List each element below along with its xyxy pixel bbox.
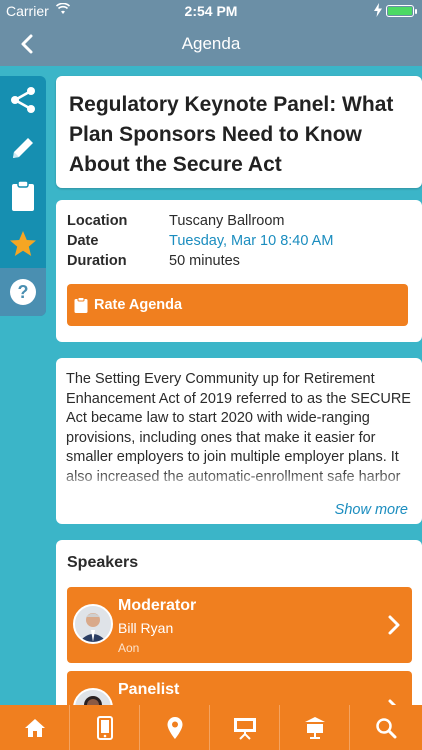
tab-sessions[interactable] [210, 705, 280, 750]
share-icon [11, 87, 35, 113]
status-bar: Carrier 2:54 PM [0, 0, 422, 22]
speaker-avatar [73, 604, 113, 644]
speaker-row[interactable]: Moderator Bill Ryan Aon [67, 587, 412, 663]
star-icon [10, 231, 36, 256]
person-photo-icon [75, 606, 111, 642]
session-title: Regulatory Keynote Panel: What Plan Spon… [69, 93, 394, 176]
clipboard-button[interactable] [0, 172, 46, 220]
tab-mobile[interactable] [70, 705, 140, 750]
share-button[interactable] [0, 76, 46, 124]
nav-bar: Agenda [0, 22, 422, 66]
session-title-card: Regulatory Keynote Panel: What Plan Spon… [56, 76, 422, 188]
rate-agenda-button[interactable]: Rate Agenda [67, 284, 408, 326]
tab-map[interactable] [140, 705, 210, 750]
date-link[interactable]: Tuesday, Mar 10 8:40 AM [169, 233, 333, 249]
location-label: Location [67, 213, 128, 229]
clipboard-icon [12, 180, 34, 211]
speakers-card: Speakers Moderator Bill Ryan Aon Panelis… [56, 540, 422, 720]
exhibitor-icon [304, 716, 325, 739]
description-fade [56, 470, 422, 492]
description-card: The Setting Every Community up for Retir… [56, 358, 422, 524]
map-pin-icon [167, 716, 182, 739]
clipboard-icon [74, 297, 88, 313]
mobile-icon [96, 715, 113, 740]
side-action-rail: ? [0, 76, 46, 316]
charging-icon [374, 3, 382, 17]
speaker-org: Aon [118, 641, 140, 655]
status-time: 2:54 PM [184, 3, 238, 19]
battery-fill [388, 7, 412, 15]
page-title: Agenda [181, 34, 241, 53]
date-label: Date [67, 233, 99, 249]
tab-search[interactable] [350, 705, 422, 750]
speaker-name: Bill Ryan [118, 620, 174, 636]
notes-button[interactable] [0, 124, 46, 172]
tab-exhibitors[interactable] [280, 705, 350, 750]
speakers-heading: Speakers [67, 554, 139, 571]
location-value: Tuscany Ballroom [169, 213, 285, 229]
home-icon [24, 718, 45, 737]
help-icon: ? [10, 279, 36, 305]
speaker-role: Moderator [118, 597, 197, 614]
speaker-role: Panelist [118, 681, 180, 698]
pencil-icon [13, 138, 33, 158]
search-icon [376, 717, 397, 738]
svg-text:?: ? [18, 282, 29, 302]
bottom-tab-bar [0, 705, 422, 750]
presentation-icon [233, 717, 256, 740]
session-info-card: Location Tuscany Ballroom Date Tuesday, … [56, 200, 422, 342]
battery-icon [386, 5, 417, 17]
battery-nub [415, 9, 417, 14]
chevron-right-icon [388, 615, 400, 635]
favorite-button[interactable] [0, 220, 46, 268]
duration-label: Duration [67, 253, 127, 269]
session-description: The Setting Every Community up for Retir… [66, 371, 411, 485]
show-more-link[interactable]: Show more [335, 502, 408, 518]
duration-value: 50 minutes [169, 253, 240, 269]
help-button[interactable]: ? [0, 268, 46, 316]
tab-home[interactable] [0, 705, 70, 750]
rate-agenda-label: Rate Agenda [94, 297, 183, 313]
